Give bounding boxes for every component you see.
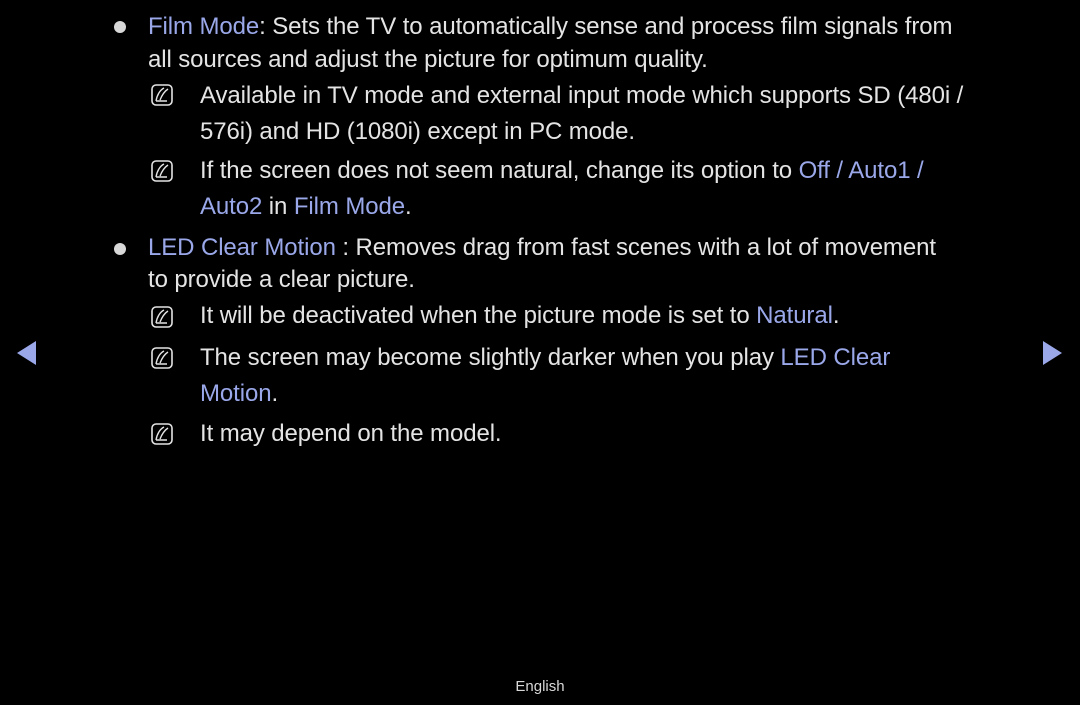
note-icon: [151, 84, 173, 106]
film-mode-line-1: Film Mode: Sets the TV to automatically …: [148, 13, 953, 40]
note-icon: [151, 347, 173, 369]
led-clear-motion-line-2: to provide a clear picture.: [148, 266, 415, 293]
note-4-line-1: The screen may become slightly darker wh…: [200, 344, 891, 371]
option-values: Off / Auto1 /: [798, 157, 924, 184]
note-icon: [151, 306, 173, 328]
led-clear-motion-line-1: LED Clear Motion : Removes drag from fas…: [148, 234, 936, 261]
film-mode-line-2: all sources and adjust the picture for o…: [148, 46, 708, 73]
triangle-left-icon: [17, 341, 36, 365]
triangle-right-icon: [1043, 341, 1062, 365]
note-1-line-2: 576i) and HD (1080i) except in PC mode.: [200, 118, 635, 145]
bullet-icon: [114, 21, 126, 33]
note-icon: [151, 160, 173, 182]
note-4-line-2: Motion.: [200, 380, 279, 407]
led-clear-motion-term: LED Clear Motion: [148, 234, 336, 261]
prev-page-button[interactable]: [16, 340, 38, 366]
note-2-line-2: Auto2 in Film Mode.: [200, 193, 412, 220]
note-2-line-1: If the screen does not seem natural, cha…: [200, 157, 924, 184]
note-icon: [151, 423, 173, 445]
film-mode-term: Film Mode: [148, 13, 260, 40]
note-3-line: It will be deactivated when the picture …: [200, 302, 840, 329]
language-label: English: [515, 678, 565, 695]
bullet-icon: [114, 243, 126, 255]
next-page-button[interactable]: [1041, 340, 1063, 366]
note-5-line: It may depend on the model.: [200, 420, 502, 447]
note-1-line-1: Available in TV mode and external input …: [200, 82, 964, 109]
